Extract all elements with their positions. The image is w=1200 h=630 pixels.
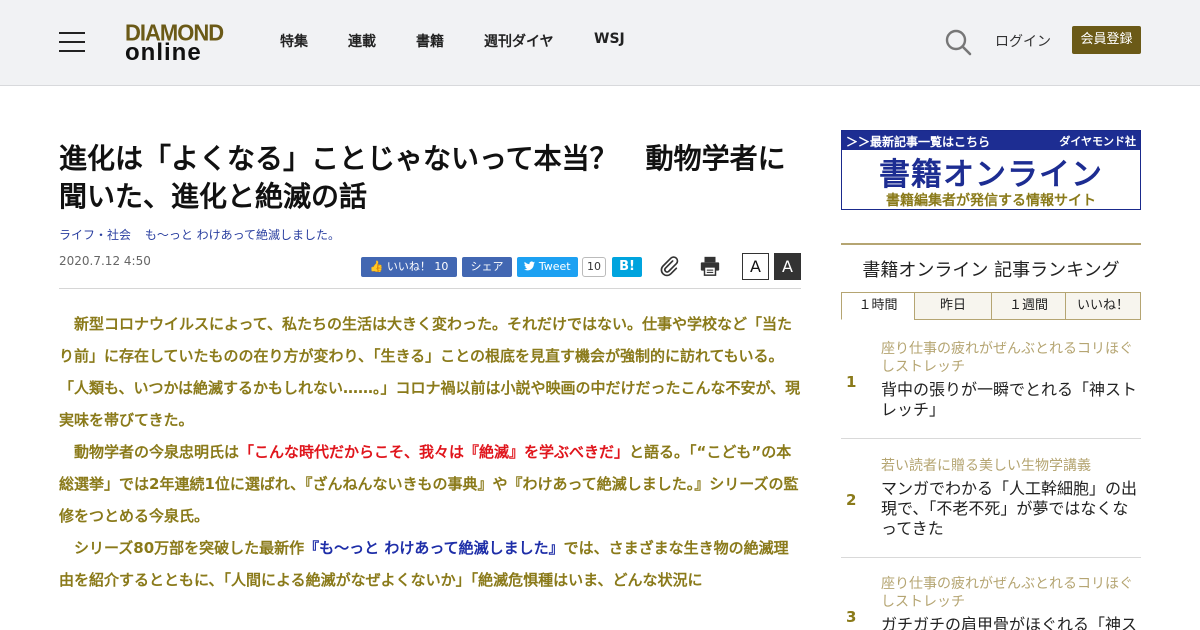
ranking-headline: 背中の張りが一瞬でとれる「神ストレッチ」 — [881, 380, 1138, 419]
paragraph-3-text-a: 動物学者の今泉忠明氏は — [59, 443, 240, 461]
like-count: 10 — [434, 260, 449, 273]
facebook-like-button[interactable]: 👍 いいね！ 10 — [361, 257, 457, 277]
ranking-series: 座り仕事の疲れがぜんぶとれるコリほぐしストレッチ — [881, 341, 1133, 375]
banner-main-title: 書籍オンライン — [879, 157, 1103, 193]
article-body: 新型コロナウイルスによって、私たちの生活は大きく変わった。それだけではない。仕事… — [59, 308, 803, 596]
twitter-bird-icon — [524, 260, 539, 273]
tweet-count: 10 — [582, 257, 606, 277]
tweet-label: Tweet — [538, 260, 571, 273]
logo-line2: online — [125, 39, 202, 66]
banner-latest-link: ＞＞最新記事一覧はこちら — [846, 135, 991, 149]
tab-yesterday[interactable]: 昨日 — [914, 292, 992, 320]
nav-item-wsj[interactable]: WSJ — [594, 31, 625, 47]
login-link[interactable]: ログイン — [995, 31, 1051, 51]
ranking-number: 3 — [846, 608, 857, 626]
search-icon[interactable] — [944, 28, 972, 56]
ranking-headline: マンガでわかる「人工幹細胞」の出現で、「不老不死」が夢ではなくなってきた — [881, 479, 1138, 538]
ranking-series: 若い読者に贈る美しい生物学講義 — [881, 458, 1091, 474]
menu-icon[interactable] — [59, 31, 85, 53]
divider — [841, 438, 1141, 439]
ranking-item[interactable]: 2 若い読者に贈る美しい生物学講義 マンガでわかる「人工幹細胞」の出現で、「不老… — [841, 457, 1141, 557]
site-logo[interactable]: DIAMOND online — [124, 19, 228, 66]
divider — [841, 557, 1141, 558]
font-size-small-button[interactable]: A — [742, 253, 769, 280]
nav-item-series[interactable]: 連載 — [348, 31, 376, 51]
print-icon[interactable] — [699, 255, 721, 277]
banner-publisher: ダイヤモンド社 — [1059, 135, 1136, 148]
tweet-button[interactable]: Tweet — [517, 257, 578, 277]
tab-1hour[interactable]: １時間 — [841, 292, 915, 320]
nav-item-feature[interactable]: 特集 — [280, 31, 308, 51]
ranking-top-rule — [841, 243, 1141, 245]
paragraph-4-text-a: シリーズ80万部を突破した最新作 — [59, 539, 305, 557]
ranking-series: 座り仕事の疲れがぜんぶとれるコリほぐしストレッチ — [881, 576, 1133, 610]
category-link-life[interactable]: ライフ・社会 — [59, 228, 131, 242]
divider — [59, 288, 801, 289]
ranking-title: 書籍オンライン 記事ランキング — [862, 260, 1120, 281]
register-button[interactable]: 会員登録 — [1072, 26, 1141, 54]
article-date: 2020.7.12 4:50 — [59, 254, 151, 268]
book-title-link[interactable]: 『も〜っと わけあって絶滅しました』 — [304, 539, 563, 557]
ranking-number: 1 — [846, 373, 857, 391]
ranking-item[interactable]: 3 座り仕事の疲れがぜんぶとれるコリほぐしストレッチ ガチガチの肩甲骨がほぐれる… — [841, 575, 1141, 630]
paragraph-3: 動物学者の今泉忠明氏は「こんな時代だからこそ、我々は『絶滅』を学ぶべきだ」と語る… — [59, 436, 803, 532]
paragraph-1: 新型コロナウイルスによって、私たちの生活は大きく変わった。それだけではない。仕事… — [59, 315, 793, 365]
books-online-banner[interactable]: ＞＞最新記事一覧はこちら ダイヤモンド社 書籍オンライン 書籍編集者が発信する情… — [841, 130, 1141, 210]
hatena-bookmark-button[interactable]: B! — [612, 257, 642, 277]
tab-likes[interactable]: いいね！ — [1065, 292, 1141, 320]
category-link-series[interactable]: も〜っと わけあって絶滅しました。 — [145, 228, 340, 242]
facebook-share-button[interactable]: シェア — [462, 257, 512, 277]
site-header: DIAMOND online 特集 連載 書籍 週刊ダイヤ WSJ ログイン 会… — [0, 0, 1200, 86]
like-label: いいね！ — [386, 260, 431, 273]
nav-item-books[interactable]: 書籍 — [416, 31, 444, 51]
nav-item-weekly-diamond[interactable]: 週刊ダイヤ — [484, 31, 554, 51]
article-categories: ライフ・社会 も〜っと わけあって絶滅しました。 — [59, 226, 350, 243]
thumbs-up-icon: 👍 — [369, 260, 384, 273]
tab-1week[interactable]: １週間 — [991, 292, 1066, 320]
article-title: 進化は「よくなる」ことじゃないって本当？ 動物学者に聞いた、進化と絶滅の話 — [59, 142, 786, 213]
quote-highlight: 「こんな時代だからこそ、我々は『絶滅』を学ぶべきだ」 — [239, 443, 630, 461]
ranking-headline: ガチガチの肩甲骨がほぐれる「神ス — [881, 615, 1138, 630]
paragraph-4: シリーズ80万部を突破した最新作『も〜っと わけあって絶滅しました』では、さまざ… — [59, 532, 803, 596]
paragraph-2: 「人類も、いつかは絶滅するかもしれない……。」コロナ禍以前は小説や映画の中だけだ… — [59, 379, 801, 429]
ranking-item[interactable]: 1 座り仕事の疲れがぜんぶとれるコリほぐしストレッチ 背中の張りが一瞬でとれる「… — [841, 340, 1141, 438]
font-size-large-button[interactable]: A — [774, 253, 801, 280]
ranking-number: 2 — [846, 491, 857, 509]
banner-subtitle: 書籍編集者が発信する情報サイト — [886, 193, 1096, 209]
clip-icon[interactable] — [658, 255, 680, 277]
